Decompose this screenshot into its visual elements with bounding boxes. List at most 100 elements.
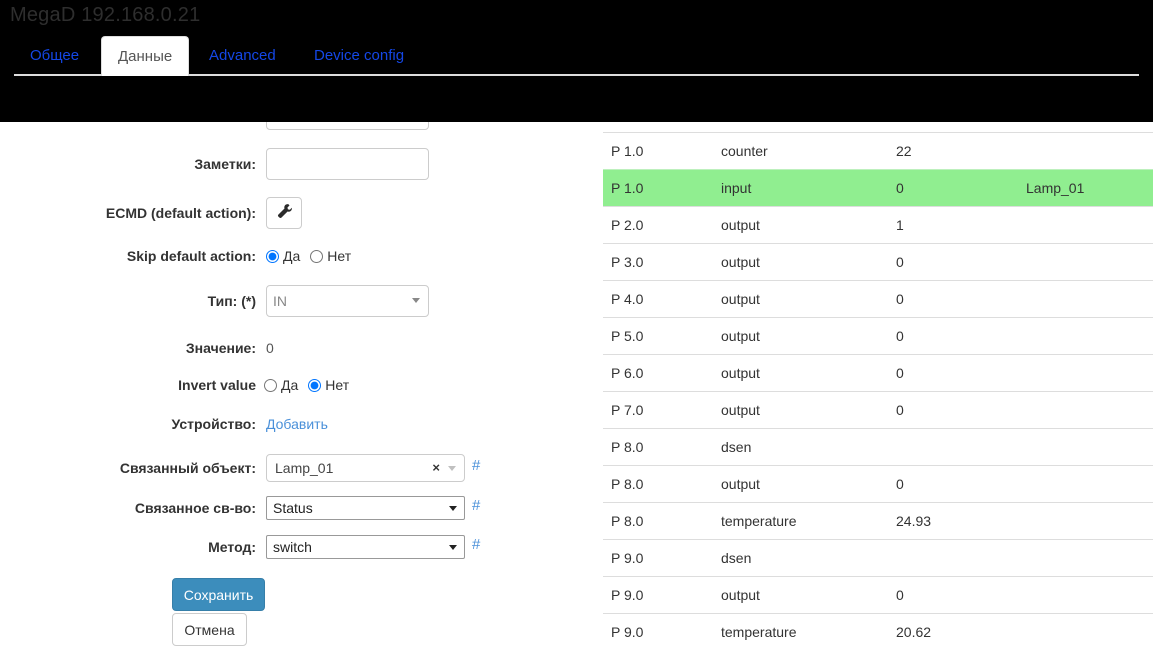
row-port: P 5.0	[603, 316, 713, 354]
type-select[interactable]: IN	[266, 285, 429, 317]
invert-value-no-text: Нет	[325, 377, 350, 393]
skip-default-action-no-radio[interactable]	[310, 250, 324, 263]
skip-default-action-yes-text: Да	[283, 248, 301, 264]
table-row[interactable]: P 8.0 dsen	[603, 427, 1153, 465]
row-object	[1018, 131, 1153, 169]
linked-property-select[interactable]: Status	[266, 496, 465, 520]
row-port: P 7.0	[603, 390, 713, 428]
row-value: 1	[888, 205, 1018, 243]
linked-property-hash-link[interactable]: #	[472, 497, 480, 514]
form-row-skip-default-action: Skip default action: Да Нет	[0, 240, 560, 272]
tab-2[interactable]: Данные	[101, 36, 190, 76]
form-row-method: Метод: switch #	[0, 531, 560, 563]
table-row[interactable]: P 9.0 dsen	[603, 538, 1153, 576]
row-object	[1018, 242, 1153, 280]
table-row[interactable]: P 4.0 output 0	[603, 279, 1153, 317]
invert-value-yes[interactable]: Да	[264, 377, 298, 393]
row-object	[1018, 205, 1153, 243]
row-port: P 1.0	[603, 168, 713, 206]
row-type: temperature	[713, 501, 888, 539]
row-type: output	[713, 279, 888, 317]
table-row[interactable]: P 9.0 temperature 20.62	[603, 612, 1153, 650]
row-value: 0	[888, 168, 1018, 206]
method-select[interactable]: switch	[266, 535, 465, 559]
method-field-wrap: switch #	[266, 535, 480, 559]
app-header-band: MegaD 192.168.0.21 Общее Данные Advanced De…	[0, 0, 1153, 122]
skip-default-action-yes-radio[interactable]	[266, 250, 279, 263]
tab-4[interactable]: Device config	[298, 36, 420, 76]
close-icon[interactable]: ×	[432, 455, 440, 481]
value-readonly: 0	[266, 340, 274, 356]
form-row-ecmd: ECMD (default action):	[0, 197, 560, 229]
table-row[interactable]: P 9.0 output 0	[603, 575, 1153, 613]
save-button[interactable]: Сохранить	[172, 578, 265, 611]
table-row[interactable]: P 8.0 temperature 24.93	[603, 501, 1153, 539]
row-type: temperature	[713, 612, 888, 650]
ecmd-field-wrap	[266, 197, 302, 229]
row-type: dsen	[713, 427, 888, 465]
row-value: 0	[888, 575, 1018, 613]
form-row-invert-value: Invert value Да Нет	[0, 369, 560, 401]
row-value: 0	[888, 316, 1018, 354]
method-value: switch	[273, 539, 312, 555]
row-value: 20.62	[888, 612, 1018, 650]
row-port: P 6.0	[603, 353, 713, 391]
row-object	[1018, 464, 1153, 502]
table-row[interactable]: P 2.0 output 1	[603, 205, 1153, 243]
row-type: counter	[713, 131, 888, 169]
invert-value-label: Invert value	[178, 377, 256, 393]
tab-label: Advanced	[209, 47, 276, 64]
table-row[interactable]: P 7.0 output 0	[603, 390, 1153, 428]
row-object	[1018, 427, 1153, 465]
tab-3[interactable]: Advanced	[193, 36, 292, 76]
row-value: 22	[888, 131, 1018, 169]
invert-value-yes-radio[interactable]	[264, 379, 277, 392]
row-port: P 4.0	[603, 279, 713, 317]
skip-default-action-radios: Да Нет	[266, 240, 361, 272]
table-row[interactable]: P 1.0 counter 22	[603, 131, 1153, 169]
table-row[interactable]: P 5.0 output 0	[603, 316, 1153, 354]
skip-default-action-yes[interactable]: Да	[266, 248, 300, 264]
ports-table-wrap: P 0.0output0P 1.0counter22P 1.0input0Lam…	[603, 94, 1153, 650]
skip-default-action-no-text: Нет	[327, 248, 352, 264]
row-object	[1018, 316, 1153, 354]
row-object: Lamp_01	[1018, 168, 1153, 206]
cancel-button[interactable]: Отмена	[172, 613, 247, 646]
invert-value-no[interactable]: Нет	[308, 377, 349, 393]
linked-object-field-wrap: Lamp_01 × #	[266, 454, 480, 482]
linked-property-field-wrap: Status #	[266, 496, 480, 520]
row-port: P 8.0	[603, 501, 713, 539]
table-row[interactable]: P 8.0 output 0	[603, 464, 1153, 502]
row-type: dsen	[713, 538, 888, 576]
row-port: P 9.0	[603, 575, 713, 613]
row-value: 0	[888, 353, 1018, 391]
table-row[interactable]: P 6.0 output 0	[603, 353, 1153, 391]
row-port: P 8.0	[603, 427, 713, 465]
row-type: output	[713, 390, 888, 428]
device-label: Устройство:	[171, 416, 256, 432]
row-object	[1018, 501, 1153, 539]
row-value: 0	[888, 464, 1018, 502]
device-add-link[interactable]: Добавить	[266, 416, 328, 432]
method-hash-link[interactable]: #	[472, 536, 480, 553]
table-row[interactable]: P 1.0 input 0 Lamp_01	[603, 168, 1153, 206]
ports-table: P 0.0output0P 1.0counter22P 1.0input0Lam…	[603, 94, 1153, 650]
linked-object-hash-link[interactable]: #	[472, 457, 480, 474]
skip-default-action-no[interactable]: Нет	[310, 248, 351, 264]
tab-1[interactable]: Общее	[14, 36, 95, 76]
row-value: 24.93	[888, 501, 1018, 539]
row-port: P 2.0	[603, 205, 713, 243]
linked-object-select2[interactable]: Lamp_01 ×	[266, 454, 465, 482]
ecmd-wrench-button[interactable]	[266, 197, 302, 229]
row-object	[1018, 279, 1153, 317]
row-value: 0	[888, 242, 1018, 280]
linked-property-value: Status	[273, 500, 313, 516]
table-row[interactable]: P 3.0 output 0	[603, 242, 1153, 280]
row-type: output	[713, 353, 888, 391]
row-port: P 3.0	[603, 242, 713, 280]
notes-input[interactable]	[266, 148, 429, 180]
row-object	[1018, 353, 1153, 391]
invert-value-no-radio[interactable]	[308, 379, 322, 392]
skip-default-action-label: Skip default action:	[126, 248, 256, 264]
tab-label: Device config	[314, 47, 405, 64]
